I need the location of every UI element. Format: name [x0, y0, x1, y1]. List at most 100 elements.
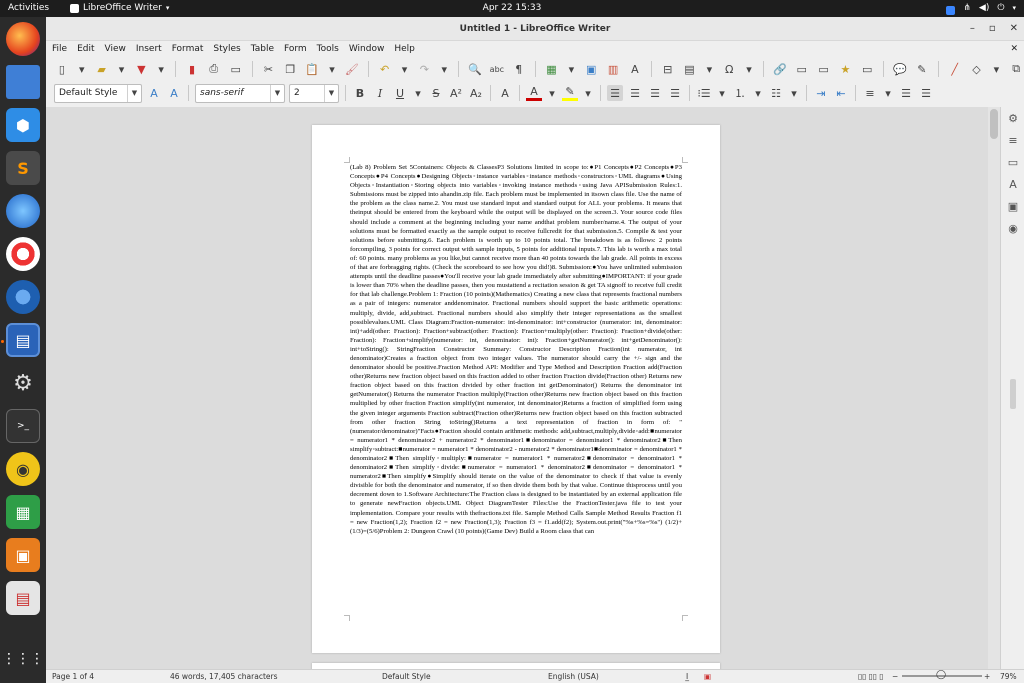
paste-icon[interactable]: 📋 [304, 61, 320, 77]
bullet-list-icon[interactable]: ⁝☰ [696, 85, 712, 101]
font-size-combo[interactable]: 2 ▼ [289, 83, 339, 103]
insert-table-icon[interactable]: ▦ [544, 61, 560, 77]
chevron-down-icon[interactable]: ▼ [324, 84, 338, 102]
basic-shapes-icon[interactable]: ◇ [969, 61, 985, 77]
chevron-down-icon[interactable]: ▾ [752, 85, 764, 101]
insert-field-icon[interactable]: ▤ [682, 61, 698, 77]
impress-icon[interactable]: ▣ [6, 538, 40, 572]
rhythmbox-icon[interactable]: ◉ [6, 452, 40, 486]
subscript-icon[interactable]: A₂ [468, 85, 484, 101]
undo-icon[interactable]: ↶ [377, 61, 393, 77]
sidebar-collapse-handle[interactable] [1010, 379, 1016, 409]
chevron-down-icon[interactable]: ▾ [882, 85, 894, 101]
chevron-down-icon[interactable]: ▾ [716, 85, 728, 101]
zoom-slider-handle[interactable]: ◯ [936, 669, 946, 682]
document-area[interactable]: (Lab 8) Problem Set 5Containers: Objects… [46, 107, 988, 669]
menu-styles[interactable]: Styles [213, 41, 240, 57]
italic-icon[interactable]: I [372, 85, 388, 101]
insert-chart-icon[interactable]: ▥ [605, 61, 621, 77]
endnote-icon[interactable]: ▭ [816, 61, 832, 77]
font-color-icon[interactable]: A [526, 85, 542, 101]
gallery-icon[interactable]: ▣ [1005, 199, 1021, 215]
hyperlink-icon[interactable]: 🔗 [772, 61, 788, 77]
formatting-marks-icon[interactable]: ¶ [511, 61, 527, 77]
chevron-down-icon[interactable]: ▼ [270, 84, 284, 102]
word-count[interactable]: 46 words, 17,405 characters [170, 670, 278, 683]
superscript-icon[interactable]: A² [448, 85, 464, 101]
close-document-icon[interactable]: ✕ [1010, 41, 1018, 57]
document-page[interactable]: (Lab 8) Problem Set 5Containers: Objects… [312, 125, 720, 653]
insert-image-icon[interactable]: ▣ [583, 61, 599, 77]
maximize-icon[interactable]: ▫ [989, 17, 996, 41]
firefox-icon[interactable] [6, 22, 40, 56]
chevron-down-icon[interactable]: ▾ [990, 61, 1002, 77]
clone-formatting-icon[interactable]: 🖌 [344, 61, 360, 77]
writer-icon[interactable]: ▤ [6, 323, 40, 357]
open-folder-icon[interactable]: ▰ [94, 61, 110, 77]
document-modified-icon[interactable]: ▣ [704, 670, 711, 683]
chevron-down-icon[interactable]: ▾ [116, 61, 128, 77]
underline-icon[interactable]: U [392, 85, 408, 101]
language[interactable]: English (USA) [548, 670, 599, 683]
comment-icon[interactable]: 💬 [892, 61, 908, 77]
menu-table[interactable]: Table [251, 41, 274, 57]
track-changes-icon[interactable]: ✎ [914, 61, 930, 77]
vertical-scrollbar[interactable] [988, 107, 1000, 669]
decrease-indent-icon[interactable]: ⇤ [833, 85, 849, 101]
zoom-out-icon[interactable]: − [892, 670, 898, 683]
decrease-paragraph-spacing-icon[interactable]: ☰ [918, 85, 934, 101]
redo-icon[interactable]: ↷ [416, 61, 432, 77]
find-replace-icon[interactable]: 🔍 [467, 61, 483, 77]
bold-icon[interactable]: B [352, 85, 368, 101]
chevron-down-icon[interactable]: ▾ [546, 85, 558, 101]
chevron-down-icon[interactable]: ▾ [743, 61, 755, 77]
align-right-icon[interactable]: ☰ [647, 85, 663, 101]
app-menu[interactable]: LibreOffice Writer ▾ [70, 0, 169, 17]
calc-icon[interactable]: ▦ [6, 495, 40, 529]
menu-insert[interactable]: Insert [136, 41, 162, 57]
special-character-icon[interactable]: Ω [721, 61, 737, 77]
new-document-icon[interactable]: ▯ [54, 61, 70, 77]
chevron-down-icon[interactable]: ▾ [399, 61, 411, 77]
styles-icon[interactable]: A [1005, 177, 1021, 193]
footnote-icon[interactable]: ▭ [794, 61, 810, 77]
align-left-icon[interactable]: ☰ [607, 85, 623, 101]
system-tray[interactable]: ⋔ ◀) ⏻ ▾ [946, 0, 1016, 17]
align-center-icon[interactable]: ☰ [627, 85, 643, 101]
menu-form[interactable]: Form [284, 41, 307, 57]
line-spacing-icon[interactable]: ≡ [862, 85, 878, 101]
insert-page-break-icon[interactable]: ⊟ [660, 61, 676, 77]
page-icon[interactable]: ▭ [1005, 155, 1021, 171]
chevron-down-icon[interactable]: ▾ [326, 61, 338, 77]
sublime-text-icon[interactable]: S [6, 151, 40, 185]
menu-format[interactable]: Format [172, 41, 204, 57]
document-viewer-icon[interactable]: ▤ [6, 581, 40, 615]
justify-icon[interactable]: ☰ [667, 85, 683, 101]
properties-icon[interactable]: ≡ [1005, 133, 1021, 149]
numbered-list-icon[interactable]: ⒈ [732, 85, 748, 101]
menu-window[interactable]: Window [349, 41, 385, 57]
zoom-in-icon[interactable]: + [984, 670, 990, 683]
terminal-icon[interactable]: >_ [6, 409, 40, 443]
draw-functions-icon[interactable]: ⧉ [1008, 61, 1024, 77]
highlight-color-icon[interactable]: ✎ [562, 85, 578, 101]
chevron-down-icon[interactable]: ▾ [76, 61, 88, 77]
sidebar-settings-icon[interactable]: ⚙ [1005, 111, 1021, 127]
insert-mode-icon[interactable]: I̲ [686, 670, 688, 683]
chevron-down-icon[interactable]: ▾ [155, 61, 167, 77]
chevron-down-icon[interactable]: ▾ [703, 61, 715, 77]
menu-view[interactable]: View [105, 41, 126, 57]
outline-list-icon[interactable]: ☷ [768, 85, 784, 101]
chevron-down-icon[interactable]: ▾ [412, 85, 424, 101]
save-icon[interactable]: ▼ [133, 61, 149, 77]
new-style-icon[interactable]: A [166, 85, 182, 101]
zoom-level[interactable]: 79% [1000, 670, 1017, 683]
close-icon[interactable]: ✕ [1010, 17, 1018, 41]
page-count[interactable]: Page 1 of 4 [52, 670, 94, 683]
chevron-down-icon[interactable]: ▾ [565, 61, 577, 77]
activities-button[interactable]: Activities [8, 0, 49, 17]
files-icon[interactable] [6, 65, 40, 99]
increase-paragraph-spacing-icon[interactable]: ☰ [898, 85, 914, 101]
export-pdf-icon[interactable]: ▮ [184, 61, 200, 77]
thunderbird-icon[interactable] [6, 194, 40, 228]
